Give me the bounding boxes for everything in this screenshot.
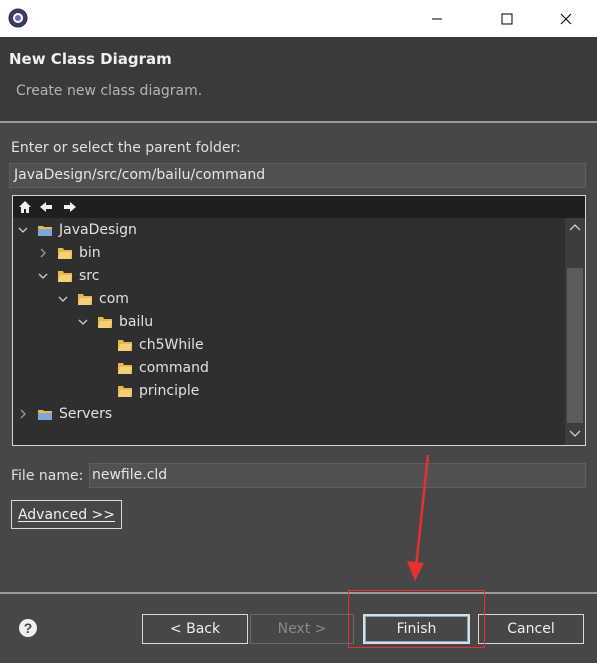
tree-item-label: ch5While [139, 337, 204, 353]
annotation-arrow-icon [407, 455, 430, 581]
wizard-title: New Class Diagram [9, 50, 172, 68]
eclipse-app-icon [8, 8, 28, 28]
wizard-header: New Class Diagram Create new class diagr… [0, 37, 597, 121]
help-icon[interactable]: ? [18, 618, 38, 638]
tree-item-label: bin [79, 245, 101, 261]
folder-icon [117, 384, 133, 398]
chevron-down-icon[interactable] [17, 224, 29, 236]
tree-item-src[interactable]: src [37, 265, 99, 287]
file-name-label: File name: [11, 468, 84, 484]
tree-item-label: src [79, 268, 100, 284]
minimize-button[interactable] [414, 0, 460, 37]
tree-item-label: com [99, 291, 129, 307]
scrollbar-thumb[interactable] [567, 268, 583, 423]
tree-item-javadesign[interactable]: JavaDesign [17, 219, 137, 241]
svg-text:?: ? [24, 620, 33, 636]
parent-folder-input[interactable]: JavaDesign/src/com/bailu/command [9, 163, 586, 188]
maximize-icon [501, 13, 513, 24]
scroll-down-icon[interactable] [569, 429, 581, 439]
tree-item-label: bailu [119, 314, 154, 330]
tree-item-bin[interactable]: bin [37, 242, 101, 264]
folder-icon [57, 246, 73, 260]
cancel-button[interactable]: Cancel [478, 614, 584, 644]
file-name-input[interactable]: newfile.cld [89, 463, 586, 488]
close-icon [560, 13, 572, 24]
tree-item-command[interactable]: command [117, 357, 209, 379]
window-titlebar [0, 0, 597, 37]
chevron-right-icon[interactable] [37, 247, 49, 259]
tree-item-com[interactable]: com [57, 288, 129, 310]
next-button[interactable]: Next > [250, 614, 354, 644]
tree-toolbar [13, 196, 585, 218]
tree-item-label: command [139, 360, 209, 376]
header-divider [0, 121, 597, 123]
tree-item-ch5while[interactable]: ch5While [117, 334, 204, 356]
back-button[interactable]: < Back [142, 614, 248, 644]
minimize-icon [432, 18, 442, 19]
scroll-up-icon[interactable] [569, 222, 581, 232]
advanced-button[interactable]: Advanced >> [11, 500, 122, 529]
folder-icon [57, 269, 73, 283]
parent-folder-label: Enter or select the parent folder: [11, 140, 241, 156]
chevron-down-icon[interactable] [57, 293, 69, 305]
tree-item-bailu[interactable]: bailu [77, 311, 153, 333]
tree-item-label: Servers [59, 406, 113, 422]
forward-arrow-icon[interactable] [62, 199, 78, 215]
chevron-right-icon[interactable] [17, 408, 29, 420]
back-arrow-icon[interactable] [38, 199, 54, 215]
home-icon[interactable] [17, 199, 33, 215]
project-folder-icon [37, 223, 53, 237]
chevron-down-icon[interactable] [77, 316, 89, 328]
maximize-button[interactable] [484, 0, 530, 37]
folder-icon [77, 292, 93, 306]
wizard-description: Create new class diagram. [16, 83, 203, 99]
folder-icon [117, 338, 133, 352]
chevron-down-icon[interactable] [37, 270, 49, 282]
folder-icon [117, 361, 133, 375]
tree-item-label: JavaDesign [59, 222, 137, 238]
tree-vertical-scrollbar[interactable] [565, 218, 585, 445]
tree-item-servers[interactable]: Servers [17, 403, 112, 425]
close-button[interactable] [543, 0, 589, 37]
project-folder-icon [37, 407, 53, 421]
tree-item-label: principle [139, 383, 200, 399]
folder-tree[interactable]: JavaDesign bin src com bailu ch5While co… [12, 195, 586, 446]
tree-item-principle[interactable]: principle [117, 380, 199, 402]
footer-divider [0, 592, 597, 594]
folder-icon [97, 315, 113, 329]
highlight-box [348, 590, 485, 648]
